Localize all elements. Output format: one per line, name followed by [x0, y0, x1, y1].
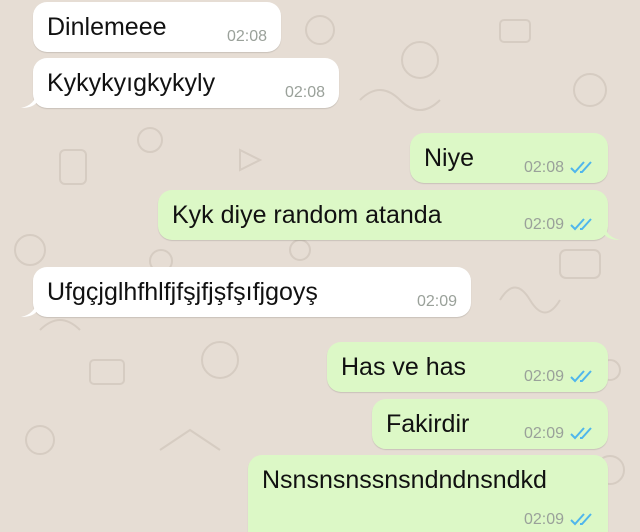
- message-text: Niye: [424, 144, 475, 172]
- message-text: Kyk diye random atanda: [172, 201, 442, 229]
- bubble-tail-icon: [21, 301, 37, 317]
- double-check-read-icon: [570, 513, 592, 526]
- double-check-read-icon: [570, 218, 592, 231]
- double-check-read-icon: [570, 370, 592, 383]
- message-text: Nsnsnsnssnsndndnsndkd: [262, 466, 547, 494]
- message-text: Fakirdir: [386, 410, 470, 438]
- message-bubble-outgoing[interactable]: Kyk diye random atanda 02:09: [158, 190, 620, 240]
- message-bubble-incoming[interactable]: Kykykyıgkykyly 02:08: [21, 58, 339, 108]
- message-bubble-outgoing[interactable]: Has ve has 02:09: [327, 342, 608, 392]
- message-time: 02:09: [523, 368, 564, 385]
- message-bubble-outgoing[interactable]: Nsnsnsnssnsndndnsndkd 02:09: [248, 455, 608, 532]
- message-text: Ufgçjglhfhlfjfşjfjşfşıfjgoyş: [47, 278, 318, 306]
- message-time: 02:09: [416, 293, 457, 310]
- double-check-read-icon: [570, 427, 592, 440]
- message-time: 02:08: [226, 28, 267, 45]
- message-time: 02:09: [523, 511, 564, 528]
- message-time: 02:09: [523, 216, 564, 233]
- message-text: Kykykyıgkykyly: [47, 69, 216, 97]
- message-time: 02:09: [523, 425, 564, 442]
- bubble-tail-icon: [21, 92, 37, 108]
- message-bubble-outgoing[interactable]: Fakirdir 02:09: [372, 399, 608, 449]
- message-bubble-incoming[interactable]: Dinlemeee 02:08: [33, 2, 281, 52]
- double-check-read-icon: [570, 161, 592, 174]
- message-bubble-incoming[interactable]: Ufgçjglhfhlfjfşjfjşfşıfjgoyş 02:09: [21, 267, 471, 317]
- message-bubble-outgoing[interactable]: Niye 02:08: [410, 133, 608, 183]
- message-text: Dinlemeee: [47, 13, 167, 41]
- message-time: 02:08: [523, 159, 564, 176]
- message-text: Has ve has: [341, 353, 467, 381]
- message-time: 02:08: [284, 84, 325, 101]
- bubble-tail-icon: [604, 224, 620, 240]
